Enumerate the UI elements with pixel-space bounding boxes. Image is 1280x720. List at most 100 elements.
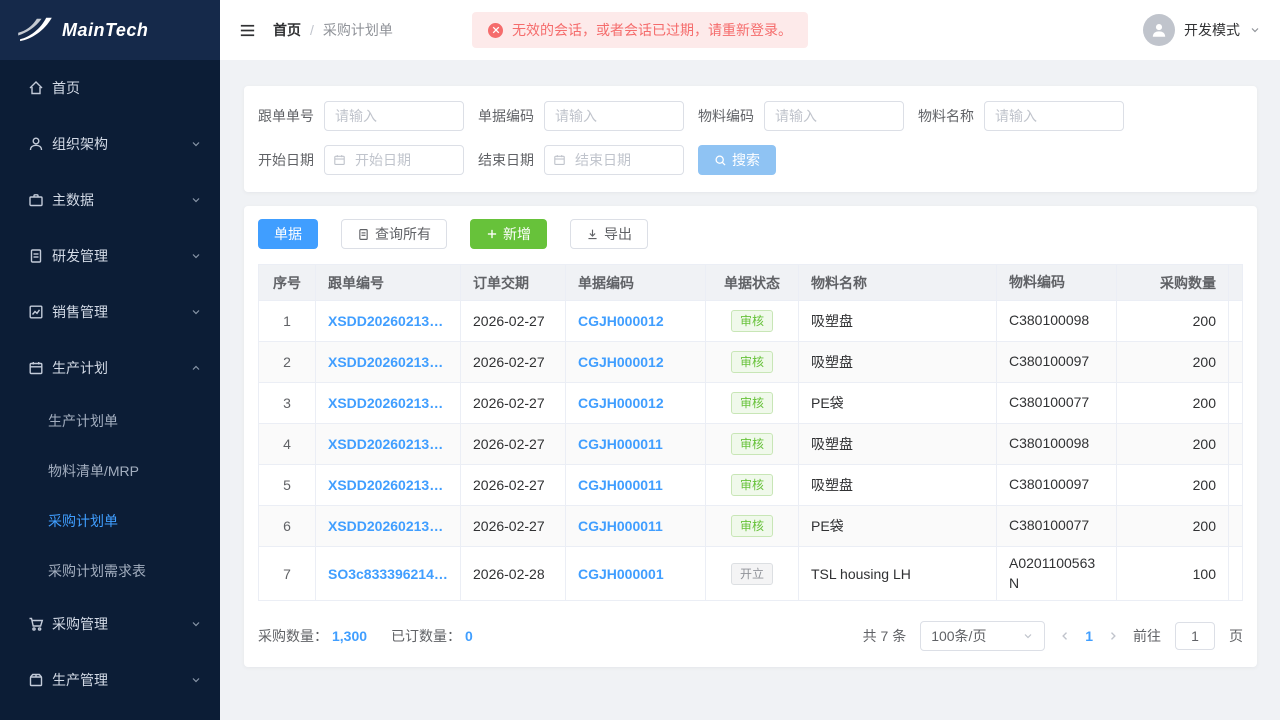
user-icon: [28, 136, 44, 152]
cell-seq: 7: [259, 547, 316, 601]
chevron-down-icon: [1249, 24, 1261, 36]
query-all-label: 查询所有: [375, 224, 431, 244]
cell-due-date: 2026-02-27: [461, 465, 566, 506]
doc-code-link[interactable]: CGJH000012: [578, 354, 693, 370]
sidebar-item-label: 组织架构: [52, 134, 108, 154]
breadcrumb-home[interactable]: 首页: [273, 20, 301, 40]
sidebar-item-label: 生产计划: [52, 358, 108, 378]
app-logo: MainTech: [0, 0, 220, 60]
sidebar-subitem-bom-mrp[interactable]: 物料清单/MRP: [0, 446, 220, 496]
cart-icon: [28, 616, 44, 632]
sidebar-item-master-data[interactable]: 主数据: [0, 172, 220, 228]
cell-qty: 200: [1117, 342, 1229, 383]
cell-material-code: C380100097: [997, 465, 1117, 506]
status-badge: 审核: [731, 515, 773, 537]
filter-panel: 跟单单号 单据编码 物料编码 物料名称 开始日期: [244, 86, 1257, 192]
document-mode-button[interactable]: 单据: [258, 219, 318, 249]
sidebar-subitem-label: 采购计划单: [48, 511, 118, 531]
cell-material-code: C380100098: [997, 301, 1117, 342]
col-order-no: 跟单编号: [316, 265, 461, 301]
pagination: 共 7 条 100条/页 1 前往: [863, 621, 1243, 651]
sidebar-subitem-label: 生产计划单: [48, 411, 118, 431]
status-badge: 审核: [731, 433, 773, 455]
home-icon: [28, 80, 44, 96]
cell-material-name: 吸塑盘: [799, 465, 997, 506]
cell-qty: 200: [1117, 465, 1229, 506]
query-all-button[interactable]: 查询所有: [341, 219, 447, 249]
sidebar-item-label: 研发管理: [52, 246, 108, 266]
doc-code-input[interactable]: [544, 101, 684, 131]
calendar-icon: [553, 154, 566, 167]
search-button[interactable]: 搜索: [698, 145, 776, 175]
table-row: 3 XSDD2026021306… 2026-02-27 CGJH000012 …: [259, 383, 1243, 424]
chevron-down-icon: [190, 138, 202, 150]
order-no-link[interactable]: XSDD2026021306…: [328, 354, 448, 370]
main-area: 首页 / 采购计划单 无效的会话，或者会话已过期，请重新登录。 开发模式: [220, 0, 1280, 720]
cell-material-code: C380100077: [997, 506, 1117, 547]
order-no-link[interactable]: XSDD2026021306…: [328, 436, 448, 452]
chevron-down-icon: [1022, 630, 1034, 642]
chevron-down-icon: [190, 618, 202, 630]
order-no-link[interactable]: XSDD2026021306…: [328, 477, 448, 493]
purchase-qty-value: 1,300: [332, 628, 367, 644]
doc-code-link[interactable]: CGJH000012: [578, 395, 693, 411]
sidebar-item-rd[interactable]: 研发管理: [0, 228, 220, 284]
sidebar-item-org[interactable]: 组织架构: [0, 116, 220, 172]
hamburger-menu-icon[interactable]: [238, 21, 257, 40]
cell-seq: 6: [259, 506, 316, 547]
status-badge: 审核: [731, 351, 773, 373]
document-icon: [28, 248, 44, 264]
next-page-icon[interactable]: [1107, 630, 1119, 642]
total-count: 共 7 条: [863, 626, 907, 646]
material-name-input[interactable]: [984, 101, 1124, 131]
sidebar-item-home[interactable]: 首页: [0, 60, 220, 116]
order-no-link[interactable]: XSDD2026021306…: [328, 395, 448, 411]
add-button[interactable]: 新增: [470, 219, 547, 249]
page-size-select[interactable]: 100条/页: [920, 621, 1045, 651]
cell-material-code: C380100098: [997, 424, 1117, 465]
goto-label: 前往: [1133, 626, 1161, 646]
avatar-icon: [1143, 14, 1175, 46]
cell-material-name: PE袋: [799, 383, 997, 424]
cell-material-name: 吸塑盘: [799, 342, 997, 383]
cell-due-date: 2026-02-27: [461, 301, 566, 342]
cell-material-code: A0201100563N: [997, 547, 1117, 601]
order-no-link[interactable]: XSDD2026021306…: [328, 313, 448, 329]
filter-label-end-date: 结束日期: [478, 150, 534, 170]
sidebar-item-manufacturing[interactable]: 生产管理: [0, 652, 220, 708]
goto-page-input[interactable]: [1175, 622, 1215, 650]
order-no-input[interactable]: [324, 101, 464, 131]
doc-code-link[interactable]: CGJH000011: [578, 436, 693, 452]
chevron-up-icon: [190, 362, 202, 374]
order-no-link[interactable]: SO3c833396214e40: [328, 566, 448, 582]
sidebar-subitem-purchase-plan-order[interactable]: 采购计划单: [0, 496, 220, 546]
filter-label-order-no: 跟单单号: [258, 106, 314, 126]
sidebar-subitem-production-plan-order[interactable]: 生产计划单: [0, 396, 220, 446]
sidebar-item-sales[interactable]: 销售管理: [0, 284, 220, 340]
error-circle-icon: [488, 23, 503, 38]
user-menu[interactable]: 开发模式: [1143, 14, 1261, 46]
doc-code-link[interactable]: CGJH000012: [578, 313, 693, 329]
sidebar-item-production-plan[interactable]: 生产计划: [0, 340, 220, 396]
status-badge: 开立: [731, 563, 773, 585]
table-footer: 采购数量： 1,300 已订数量： 0 共 7 条 100条/页 1: [258, 621, 1243, 651]
prev-page-icon[interactable]: [1059, 630, 1071, 642]
page-number[interactable]: 1: [1085, 628, 1093, 644]
order-no-link[interactable]: XSDD2026021306…: [328, 518, 448, 534]
export-button[interactable]: 导出: [570, 219, 648, 249]
ordered-qty-label: 已订数量：: [391, 626, 461, 646]
user-mode-label: 开发模式: [1184, 20, 1240, 40]
doc-code-link[interactable]: CGJH000011: [578, 477, 693, 493]
sidebar-subitem-purchase-plan-demand[interactable]: 采购计划需求表: [0, 546, 220, 596]
document-list-icon: [357, 228, 370, 241]
page-content: 跟单单号 单据编码 物料编码 物料名称 开始日期: [220, 60, 1280, 720]
sidebar-item-label: 首页: [52, 78, 80, 98]
material-code-input[interactable]: [764, 101, 904, 131]
download-icon: [586, 228, 599, 241]
doc-code-link[interactable]: CGJH000011: [578, 518, 693, 534]
top-bar: 首页 / 采购计划单 无效的会话，或者会话已过期，请重新登录。 开发模式: [220, 0, 1280, 60]
cell-due-date: 2026-02-27: [461, 383, 566, 424]
sidebar-item-purchasing[interactable]: 采购管理: [0, 596, 220, 652]
table-panel: 单据 查询所有 新增: [244, 206, 1257, 667]
doc-code-link[interactable]: CGJH000001: [578, 566, 693, 582]
